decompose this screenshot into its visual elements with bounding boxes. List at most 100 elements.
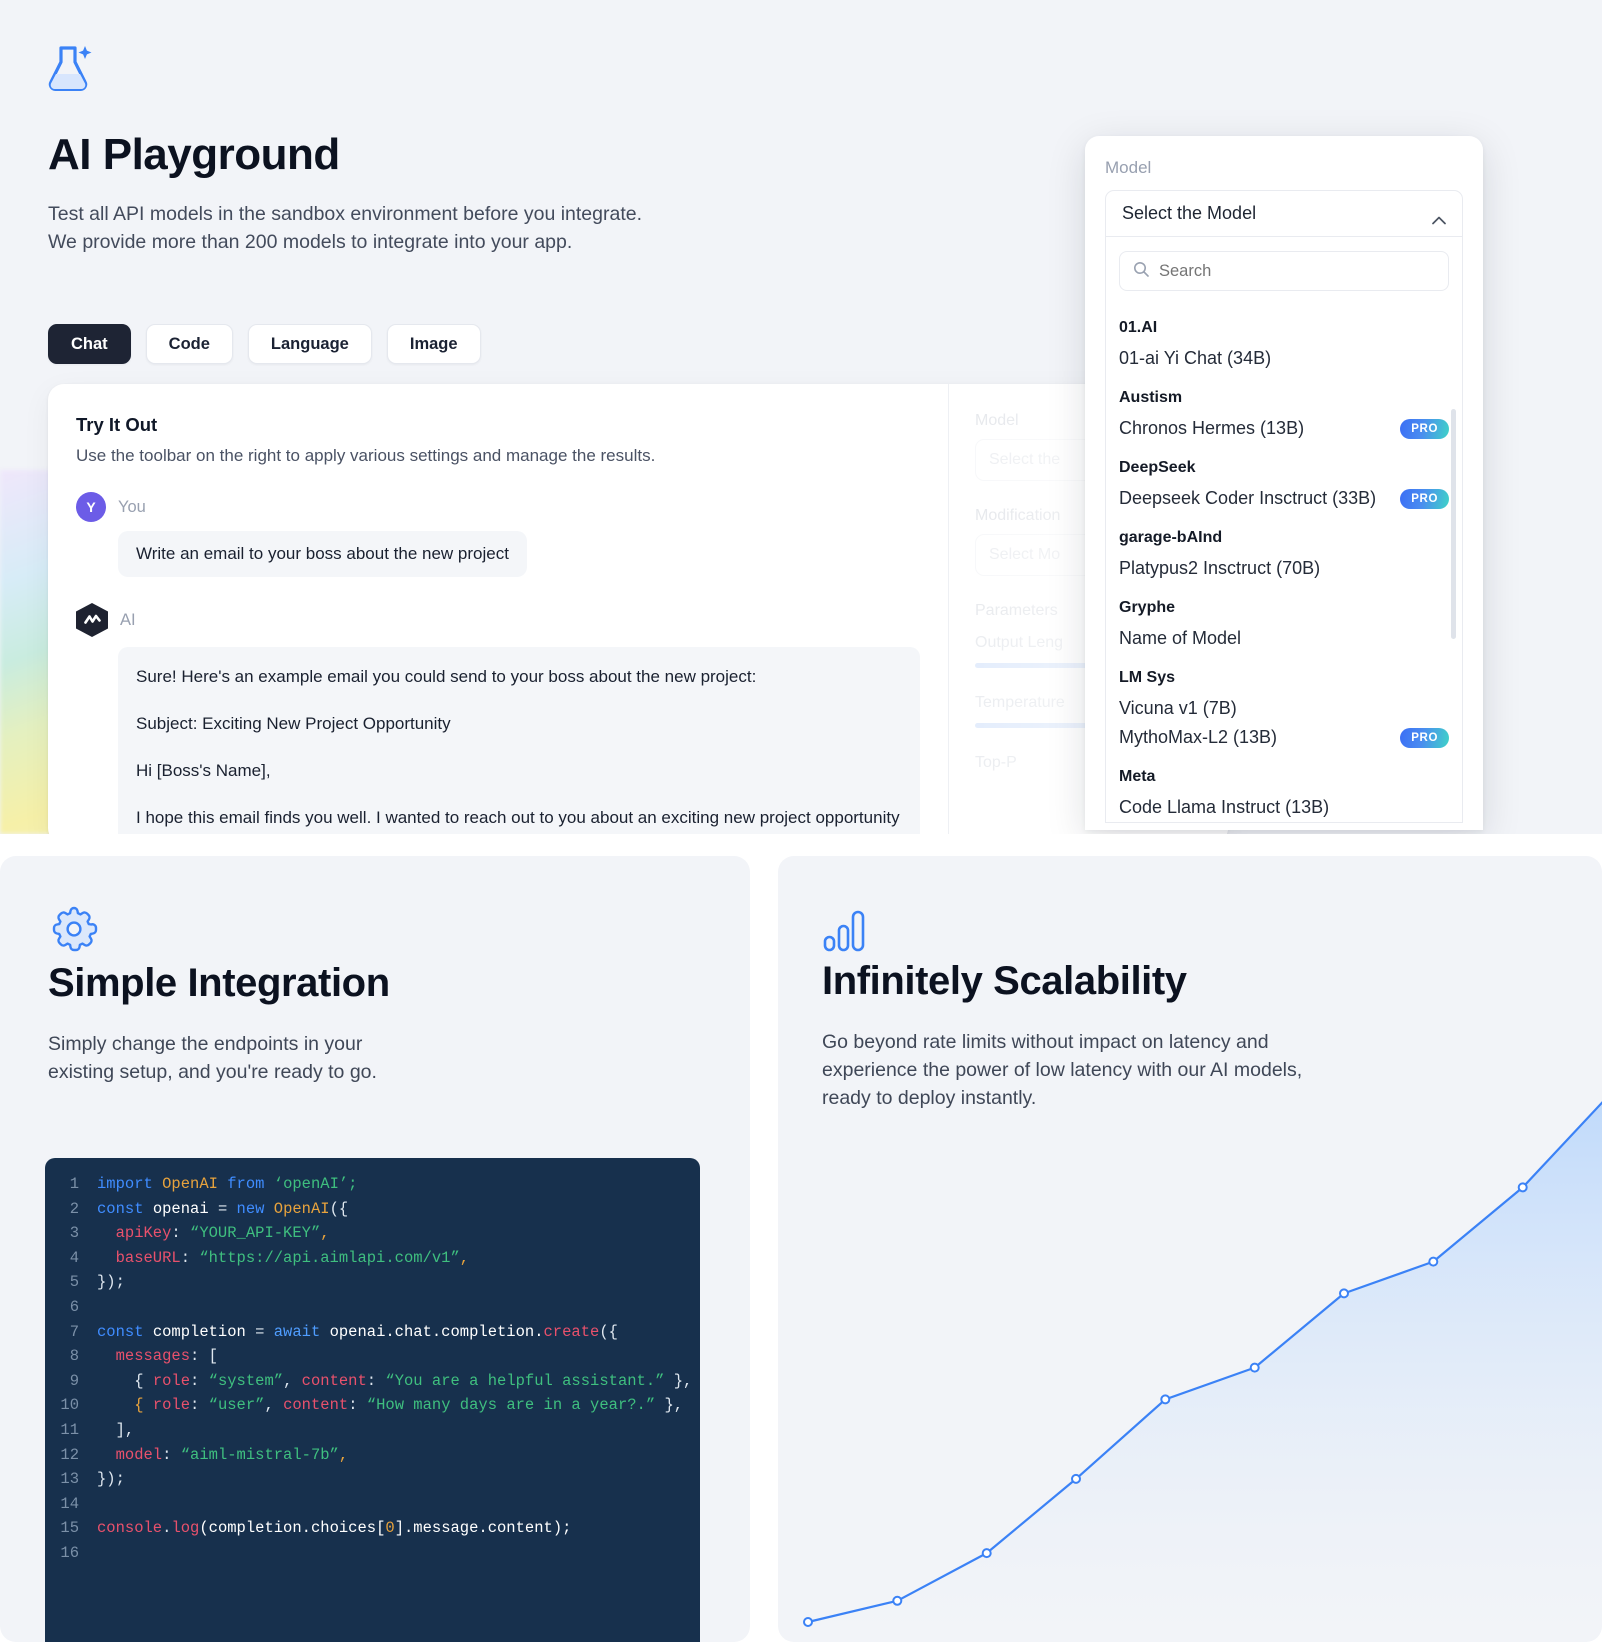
chart-data-point	[1428, 1256, 1439, 1267]
model-item-label: 01-ai Yi Chat (34B)	[1119, 348, 1272, 368]
code-line-content: { role: “user”, content: “How many days …	[97, 1396, 684, 1415]
code-line-number: 6	[69, 1297, 79, 1316]
model-item-label: Code Llama Instruct (13B)	[1119, 797, 1330, 817]
model-item-label: Deepseek Coder Insctruct (33B)	[1119, 488, 1377, 508]
ai-flask-sparkle-icon	[48, 44, 94, 96]
tab-chat[interactable]: Chat	[48, 324, 131, 364]
hero-subtitle: Test all API models in the sandbox envir…	[48, 200, 808, 256]
code-line-number: 5	[69, 1273, 79, 1292]
feature-cards: Simple Integration Simply change the end…	[0, 856, 1602, 1642]
status-badge: PRO	[1400, 727, 1449, 748]
list-item[interactable]: 01-ai Yi Chat (34B)	[1119, 344, 1449, 373]
model-item-label: MythoMax-L2 (13B)	[1119, 727, 1278, 747]
landing-page: AI Playground Test all API models in the…	[0, 0, 1602, 1642]
code-line-content: { role: “system”, content: “You are a he…	[97, 1371, 693, 1390]
tab-language[interactable]: Language	[247, 324, 372, 364]
model-item-label: Vicuna v1 (7B)	[1119, 698, 1237, 718]
card-description-line-2: experience the power of low latency with…	[822, 1059, 1303, 1081]
list-item[interactable]: Deepseek Coder Insctruct (33B) PRO	[1119, 484, 1449, 513]
code-line: 2 const openai = new OpenAI({	[45, 1197, 700, 1222]
card-title: Simple Integration	[48, 961, 390, 1005]
ai-line-3: Hi [Boss's Name],	[136, 761, 271, 780]
code-line-content: });	[97, 1273, 125, 1292]
hero-subtitle-line-1: Test all API models in the sandbox envir…	[48, 203, 643, 225]
model-search-box[interactable]	[1119, 251, 1449, 291]
list-item[interactable]: Vicuna v1 (7B)	[1119, 694, 1449, 723]
model-list: 01.AI 01-ai Yi Chat (34B) Austism Chrono…	[1106, 301, 1462, 822]
chart-data-point	[1160, 1394, 1171, 1405]
code-line-number: 13	[60, 1470, 79, 1489]
ai-hexagon-logo-icon	[76, 603, 108, 637]
ai-message-bubble: Sure! Here's an example email you could …	[118, 647, 920, 834]
bar-chart-icon	[822, 910, 876, 958]
ai-line-1: Sure! Here's an example email you could …	[136, 667, 757, 686]
card-infinitely-scalability: Infinitely Scalability Go beyond rate li…	[778, 856, 1602, 1642]
chart-data-point	[1071, 1473, 1081, 1484]
list-item[interactable]: Chronos Hermes (13B) PRO	[1119, 414, 1449, 443]
scrollbar-thumb[interactable]	[1451, 409, 1456, 639]
code-line-content: const completion = await openai.chat.com…	[97, 1322, 618, 1341]
code-line-content: const openai = new OpenAI({	[97, 1199, 349, 1218]
chevron-up-icon	[1432, 209, 1446, 225]
code-line: 3 apiKey: “YOUR_API-KEY”,	[45, 1221, 700, 1246]
ai-line-2: Subject: Exciting New Project Opportunit…	[136, 714, 451, 733]
tab-image[interactable]: Image	[386, 324, 481, 364]
card-description: Simply change the endpoints in your exis…	[48, 1030, 702, 1086]
model-item-label: Name of Model	[1119, 628, 1242, 648]
code-line-number: 10	[60, 1396, 79, 1415]
chart-area-fill	[808, 1102, 1602, 1642]
code-line: 7 const completion = await openai.chat.co…	[45, 1320, 700, 1345]
code-line: 6	[45, 1295, 700, 1320]
avatar: Y	[76, 492, 106, 522]
model-search-container	[1106, 237, 1462, 301]
ai-message-header: AI	[76, 603, 920, 637]
playground-card: Try It Out Use the toolbar on the right …	[48, 384, 1228, 834]
code-snippet: 1 import OpenAI from ‘openAI’; 2 const open…	[45, 1158, 700, 1642]
model-dropdown-panel: Model Select the Model Search 01.AI 01-a…	[1085, 136, 1483, 830]
code-line-number: 7	[69, 1322, 79, 1341]
code-line: 9 { role: “system”, content: “You are a …	[45, 1369, 700, 1394]
model-group-header: Meta	[1119, 768, 1156, 785]
chart-data-point	[803, 1617, 813, 1627]
search-input[interactable]	[1159, 261, 1435, 281]
code-line-number: 8	[69, 1347, 79, 1366]
code-line: 5});	[45, 1270, 700, 1295]
ai-name-label: AI	[120, 610, 136, 629]
model-select-trigger[interactable]: Select the Model	[1105, 190, 1463, 237]
hero-section: AI Playground Test all API models in the…	[0, 0, 1602, 834]
code-line-number: 9	[69, 1371, 79, 1390]
model-group-header: DeepSeek	[1119, 459, 1196, 476]
code-line-content: apiKey: “YOUR_API-KEY”,	[97, 1224, 330, 1243]
code-line-number: 14	[60, 1494, 79, 1513]
card-simple-integration: Simple Integration Simply change the end…	[0, 856, 750, 1642]
code-line-content: ],	[97, 1420, 135, 1439]
code-line: 4 baseURL: “https://api.aimlapi.com/v1”,	[45, 1246, 700, 1271]
code-line-content: messages: [	[97, 1347, 218, 1366]
card-title: Infinitely Scalability	[822, 959, 1187, 1003]
list-item[interactable]: MythoMax-L2 (13B) PRO	[1119, 723, 1449, 752]
try-it-out-description: Use the toolbar on the right to apply va…	[76, 446, 656, 465]
list-item[interactable]: Platypus2 Insctruct (70B)	[1119, 554, 1449, 583]
code-line-number: 16	[60, 1543, 79, 1562]
model-dropdown-label: Model	[1105, 158, 1152, 177]
list-item[interactable]: Code Llama Instruct (13B)	[1119, 793, 1449, 822]
model-group-header: Austism	[1119, 389, 1183, 406]
code-line-number: 3	[69, 1224, 79, 1243]
card-description-line-2: existing setup, and you're ready to go.	[48, 1061, 377, 1083]
code-line-number: 15	[60, 1519, 79, 1538]
ai-line-4: I hope this email finds you well. I want…	[136, 808, 900, 834]
code-line: 13});	[45, 1467, 700, 1492]
chart-data-point	[981, 1548, 992, 1559]
code-line-content: model: “aiml-mistral-7b”,	[97, 1445, 349, 1464]
list-item[interactable]: Name of Model	[1119, 624, 1449, 653]
code-line: 11 ],	[45, 1418, 700, 1443]
code-line-content: import OpenAI from ‘openAI’;	[97, 1175, 358, 1193]
code-line: 14	[45, 1492, 700, 1517]
tab-code[interactable]: Code	[145, 324, 233, 364]
model-item-label: Platypus2 Insctruct (70B)	[1119, 558, 1321, 578]
model-group-header: LM Sys	[1119, 669, 1176, 686]
chart-data-point	[1249, 1362, 1260, 1373]
code-line: 15 console.log(completion.choices[0].mess…	[45, 1516, 700, 1541]
user-name-label: You	[118, 497, 146, 516]
model-dropdown-body: 01.AI 01-ai Yi Chat (34B) Austism Chrono…	[1105, 237, 1463, 823]
